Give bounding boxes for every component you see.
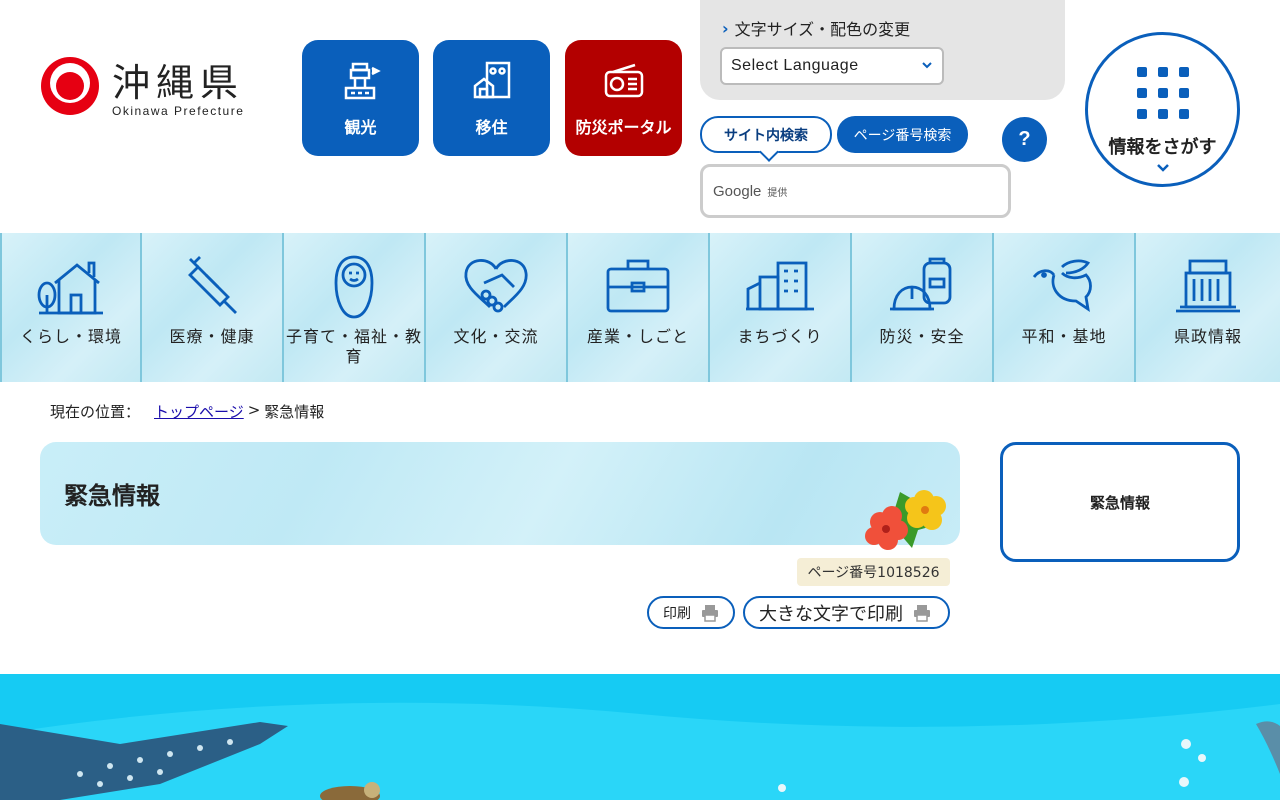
category-culture-exchange[interactable]: 文化・交流 <box>426 233 568 382</box>
hibiscus-icon <box>865 490 946 550</box>
category-peace-bases[interactable]: 平和・基地 <box>994 233 1136 382</box>
relocation-button[interactable]: 移住 <box>433 40 550 156</box>
find-info-label: 情報をさがす <box>1108 137 1217 158</box>
printer-icon <box>702 604 718 622</box>
logo-subtitle: Okinawa Prefecture <box>112 104 245 118</box>
heart-handshake-icon <box>464 259 528 313</box>
category-label: まちづくり <box>737 327 823 346</box>
print-large-text-button[interactable]: 大きな文字で印刷 <box>743 596 950 629</box>
breadcrumb-home-link[interactable]: トップページ <box>154 401 244 422</box>
chevron-down-icon <box>922 62 932 69</box>
breadcrumb-separator: > <box>247 401 261 419</box>
page-number-badge: ページ番号1018526 <box>797 558 950 586</box>
category-disaster-safety[interactable]: 防災・安全 <box>852 233 994 382</box>
category-label: 医療・健康 <box>169 327 255 346</box>
category-town-planning[interactable]: まちづくり <box>710 233 852 382</box>
find-info-button[interactable]: 情報をさがす <box>1085 32 1240 187</box>
syringe-icon <box>188 256 237 314</box>
tower-icon <box>344 62 381 100</box>
chevron-right-icon: › <box>722 18 729 38</box>
print-large-label: 大きな文字で印刷 <box>759 603 903 625</box>
sea-illustration <box>0 702 1280 800</box>
category-label: 産業・しごと <box>586 327 689 346</box>
font-color-settings-label: 文字サイズ・配色の変更 <box>734 20 911 39</box>
category-navigation: くらし・環境 医療・健康 子育て・福祉・教育 文化・交流 産業・しごと まちづく… <box>0 233 1280 382</box>
chevron-down-icon <box>1156 164 1169 172</box>
house-tree-icon <box>37 261 103 315</box>
tourism-button[interactable]: 観光 <box>302 40 419 156</box>
disaster-portal-label: 防災ポータル <box>575 118 672 137</box>
breadcrumb: 現在の位置： トップページ > 緊急情報 <box>50 401 324 422</box>
page-title-banner: 緊急情報 <box>40 442 960 550</box>
search-help-button[interactable]: ? <box>1002 117 1047 162</box>
printer-icon <box>914 604 930 622</box>
government-building-icon <box>1176 259 1240 313</box>
logo-title: 沖縄県 <box>112 61 245 105</box>
page-title: 緊急情報 <box>64 482 160 510</box>
category-label: 県政情報 <box>1173 327 1242 346</box>
category-prefectural-government[interactable]: 県政情報 <box>1136 233 1280 382</box>
font-color-settings-link[interactable]: › 文字サイズ・配色の変更 <box>722 16 910 40</box>
category-life-environment[interactable]: くらし・環境 <box>0 233 142 382</box>
category-childcare-welfare-education[interactable]: 子育て・福祉・教育 <box>284 233 426 382</box>
tourism-label: 観光 <box>344 118 377 137</box>
language-select[interactable]: Select Language <box>720 47 944 85</box>
city-icon <box>746 261 814 311</box>
category-medical-health[interactable]: 医療・健康 <box>142 233 284 382</box>
side-menu-box[interactable]: 緊急情報 <box>1000 442 1240 562</box>
relocation-label: 移住 <box>475 118 508 137</box>
category-label: くらし・環境 <box>19 327 122 346</box>
print-label: 印刷 <box>663 605 691 622</box>
briefcase-icon <box>606 259 670 313</box>
site-search-tab[interactable]: サイト内検索 <box>700 116 832 153</box>
breadcrumb-prefix: 現在の位置： <box>50 403 141 421</box>
side-menu-title: 緊急情報 <box>1089 493 1150 512</box>
disaster-portal-button[interactable]: 防災ポータル <box>565 40 682 156</box>
category-label: 文化・交流 <box>453 327 539 346</box>
grid-menu-icon <box>1136 67 1189 119</box>
ocean-footer-illustration <box>0 674 1280 800</box>
category-label: 子育て・福祉・教育 <box>285 327 422 366</box>
helmet-bag-icon <box>890 257 952 311</box>
language-select-value: Select Language <box>731 57 859 74</box>
category-label: 平和・基地 <box>1021 327 1107 346</box>
radio-icon <box>604 63 643 98</box>
page-number-search-tab[interactable]: ページ番号検索 <box>837 116 968 153</box>
print-button[interactable]: 印刷 <box>647 596 735 629</box>
house-building-icon <box>473 61 510 99</box>
category-label: 防災・安全 <box>879 327 965 346</box>
breadcrumb-current: 緊急情報 <box>264 403 325 421</box>
search-input[interactable]: Google 提供 <box>700 164 1011 218</box>
dove-icon <box>1032 259 1092 312</box>
category-industry-work[interactable]: 産業・しごと <box>568 233 710 382</box>
baby-icon <box>334 255 374 319</box>
site-logo[interactable]: 沖縄県 Okinawa Prefecture <box>40 52 280 122</box>
google-label: Google <box>713 182 762 200</box>
accessibility-tools-panel: › 文字サイズ・配色の変更 Select Language <box>700 0 1065 100</box>
prefecture-emblem-icon <box>41 57 99 115</box>
google-provided-label: 提供 <box>767 187 788 199</box>
